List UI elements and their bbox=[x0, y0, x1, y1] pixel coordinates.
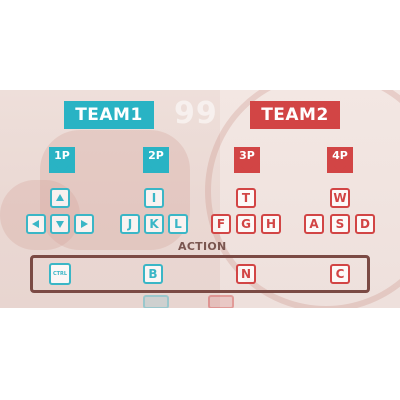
action-label: ACTION bbox=[178, 240, 227, 253]
p2-left-key[interactable]: J bbox=[120, 214, 140, 234]
p3-action-key[interactable]: N bbox=[236, 264, 256, 284]
up-arrow-icon bbox=[56, 194, 64, 201]
p2-action-key[interactable]: B bbox=[143, 264, 163, 284]
p2-right-key[interactable]: L bbox=[168, 214, 188, 234]
p4-left-key[interactable]: A bbox=[304, 214, 324, 234]
player1-label: 1P bbox=[54, 149, 70, 162]
p1-left-key[interactable] bbox=[26, 214, 46, 234]
ghost-key-right bbox=[208, 295, 234, 308]
player4-tag: 4P bbox=[327, 147, 353, 173]
p1-up-key[interactable] bbox=[50, 188, 70, 208]
p1-action-key[interactable]: CTRL bbox=[49, 263, 71, 285]
player2-tag: 2P bbox=[143, 147, 169, 173]
team2-banner: TEAM2 bbox=[250, 101, 340, 129]
team1-banner: TEAM1 bbox=[64, 101, 154, 129]
p4-right-key[interactable]: D bbox=[355, 214, 375, 234]
p4-down-key[interactable]: S bbox=[330, 214, 350, 234]
p2-down-key[interactable]: K bbox=[144, 214, 164, 234]
p3-down-key[interactable]: G bbox=[236, 214, 256, 234]
player3-tag: 3P bbox=[234, 147, 260, 173]
player4-label: 4P bbox=[332, 149, 348, 162]
down-arrow-icon bbox=[56, 221, 64, 228]
p2-up-key[interactable]: I bbox=[144, 188, 164, 208]
p3-up-key[interactable]: T bbox=[236, 188, 256, 208]
p1-down-key[interactable] bbox=[50, 214, 70, 234]
p1-right-key[interactable] bbox=[74, 214, 94, 234]
ghost-score: 99 bbox=[174, 96, 218, 131]
player1-tag: 1P bbox=[49, 147, 75, 173]
p4-up-key[interactable]: W bbox=[330, 188, 350, 208]
game-controls-panel: 99 TEAM1 TEAM2 1P 2P 3P 4P I J K L T F G… bbox=[0, 90, 400, 308]
p3-right-key[interactable]: H bbox=[261, 214, 281, 234]
action-keys-box bbox=[30, 255, 370, 293]
player2-label: 2P bbox=[148, 149, 164, 162]
p4-action-key[interactable]: C bbox=[330, 264, 350, 284]
right-arrow-icon bbox=[81, 220, 88, 228]
left-arrow-icon bbox=[32, 220, 39, 228]
p3-left-key[interactable]: F bbox=[211, 214, 231, 234]
player3-label: 3P bbox=[239, 149, 255, 162]
ghost-key-left bbox=[143, 295, 169, 308]
